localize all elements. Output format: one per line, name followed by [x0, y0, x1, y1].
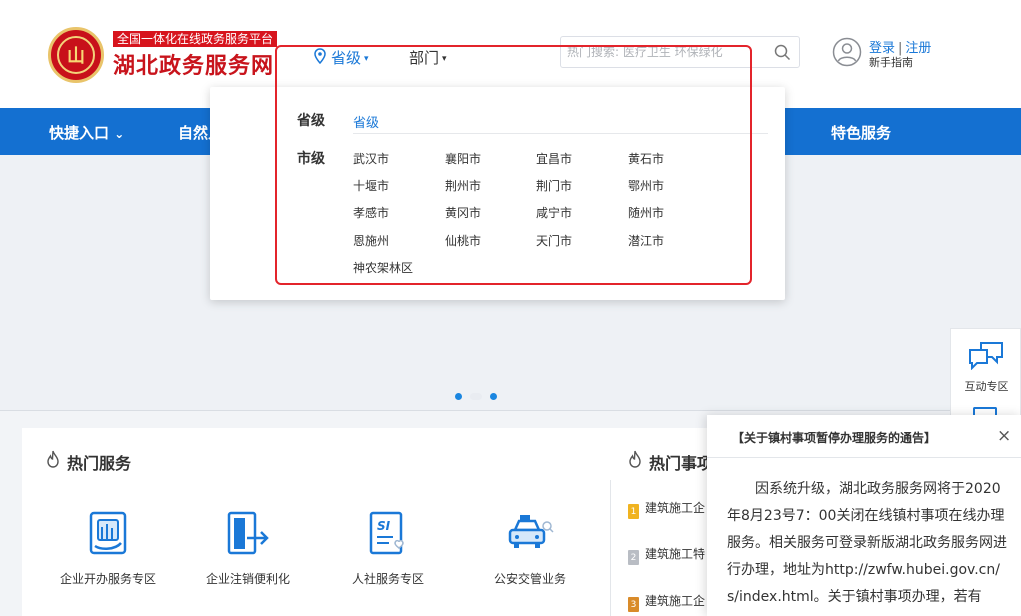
hot-matters-title: 热门事项 [649, 454, 714, 473]
svg-text:SI: SI [377, 519, 391, 533]
city-option[interactable]: 神农架林区 [353, 259, 413, 276]
city-option[interactable]: 天门市 [536, 232, 572, 249]
hot-matter-label: 建筑施工企 [645, 501, 706, 515]
city-option[interactable]: 鄂州市 [628, 177, 664, 194]
carousel-dot[interactable] [455, 393, 462, 400]
service-label: 企业开办服务专区 [59, 572, 156, 586]
city-option[interactable]: 恩施州 [353, 232, 389, 249]
city-option[interactable]: 武汉市 [353, 150, 389, 167]
chevron-down-icon: ⌄ [114, 127, 125, 141]
hot-matter-label: 建筑施工特 [645, 547, 706, 561]
section-divider [0, 410, 1021, 411]
logo-emblem-inner: 山 [57, 36, 95, 74]
city-option[interactable]: 孝感市 [353, 204, 389, 221]
province-option[interactable]: 省级 [353, 112, 379, 131]
department-selector-label: 部门 [409, 49, 440, 67]
notice-body: 因系统升级，湖北政务服务网将于2020年8月23号7：00关闭在线镇村事项在线办… [727, 481, 1007, 605]
guide-link[interactable]: 新手指南 [869, 54, 913, 70]
city-option[interactable]: 潜江市 [628, 232, 664, 249]
service-business-cancellation[interactable]: 企业注销便利化 [183, 510, 313, 587]
city-option[interactable]: 襄阳市 [445, 150, 481, 167]
city-option[interactable]: 十堰市 [353, 177, 389, 194]
nav-item-featured[interactable]: 特色服务 [831, 122, 891, 143]
interaction-zone-panel[interactable]: 互动专区 [950, 328, 1021, 419]
city-option[interactable]: 荆州市 [445, 177, 481, 194]
city-option[interactable]: 荆门市 [536, 177, 572, 194]
province-level-label: 省级 [297, 113, 325, 129]
rank-badge: 1 [628, 504, 639, 519]
flame-icon [47, 450, 59, 468]
exit-door-icon [227, 511, 269, 555]
city-option[interactable]: 随州市 [628, 204, 664, 221]
hot-matter-item[interactable]: 2 建筑施工特 [628, 545, 705, 565]
region-dropdown: 省级 省级 市级 武汉市 襄阳市 宜昌市 黄石市 十堰市 荆州市 荆门市 鄂州市… [210, 87, 785, 300]
location-pin-icon [314, 48, 326, 64]
carousel-dot[interactable] [490, 393, 497, 400]
city-option[interactable]: 黄石市 [628, 150, 664, 167]
nav-item-quick-entry[interactable]: 快捷入口 ⌄ [49, 122, 124, 143]
hot-matter-label: 建筑施工企 [645, 594, 706, 608]
department-selector[interactable]: 部门 ▾ [409, 47, 447, 68]
city-option[interactable]: 仙桃市 [445, 232, 481, 249]
service-label: 公安交管业务 [493, 572, 566, 586]
service-label: 企业注销便利化 [205, 572, 290, 586]
chat-bubbles-icon [969, 342, 1003, 370]
logo-tagline: 全国一体化在线政务服务平台 [113, 31, 278, 47]
flame-icon [629, 450, 641, 468]
interaction-zone-label: 互动专区 [964, 380, 1009, 393]
service-traffic-police[interactable]: 公安交管业务 [465, 510, 595, 587]
city-level-label: 市级 [297, 151, 325, 167]
hot-services-title: 热门服务 [67, 454, 132, 473]
notice-divider [707, 457, 1021, 458]
carousel-dot-active[interactable] [470, 393, 482, 400]
dropdown-divider [353, 133, 768, 134]
business-startup-icon [89, 511, 127, 555]
search-bar [560, 36, 800, 68]
close-icon[interactable]: × [997, 426, 1011, 446]
hot-matter-item[interactable]: 3 建筑施工企 [628, 592, 705, 612]
police-car-icon [508, 515, 554, 548]
region-selector-label: 省级 [331, 49, 362, 67]
region-selector[interactable]: 省级 ▾ [331, 47, 369, 68]
notice-title: 【关于镇村事项暂停办理服务的通告】 [732, 431, 937, 445]
notice-popup: 【关于镇村事项暂停办理服务的通告】 × 因系统升级，湖北政务服务网将于2020年… [707, 415, 1021, 616]
service-business-startup[interactable]: 企业开办服务专区 [43, 510, 173, 587]
city-option[interactable]: 宜昌市 [536, 150, 572, 167]
rank-badge: 3 [628, 597, 639, 612]
service-label: 人社服务专区 [351, 572, 424, 586]
search-icon[interactable] [774, 44, 791, 61]
site-title[interactable]: 湖北政务服务网 [113, 48, 274, 80]
caret-down-icon: ▾ [364, 54, 369, 64]
social-security-icon: SI [369, 511, 404, 555]
logo-emblem[interactable]: 山 [48, 27, 104, 83]
carousel-dots [455, 393, 497, 400]
city-option[interactable]: 黄冈市 [445, 204, 481, 221]
hot-matter-item[interactable]: 1 建筑施工企 [628, 499, 705, 519]
search-input[interactable] [567, 42, 762, 62]
caret-down-icon: ▾ [442, 54, 447, 64]
user-avatar-icon[interactable] [832, 37, 862, 67]
city-option[interactable]: 咸宁市 [536, 204, 572, 221]
service-social-security[interactable]: SI 人社服务专区 [323, 510, 453, 587]
rank-badge: 2 [628, 550, 639, 565]
nav-item-label: 快捷入口 [49, 124, 110, 142]
column-divider [610, 480, 611, 616]
